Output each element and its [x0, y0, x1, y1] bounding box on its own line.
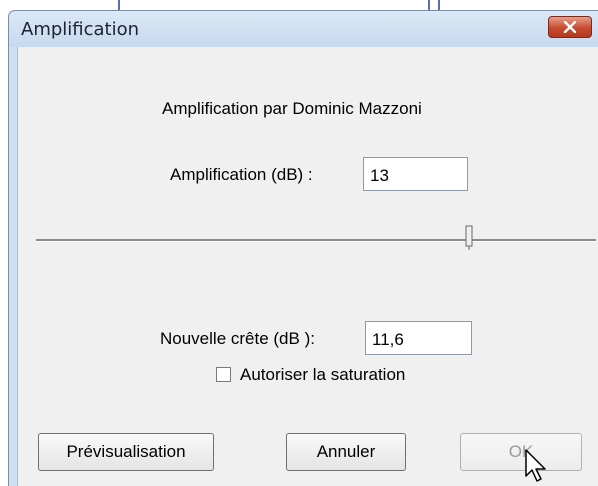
dialog-body: Amplification par Dominic Mazzoni Amplif… — [17, 47, 598, 486]
amplification-slider-thumb[interactable] — [465, 225, 473, 251]
close-x-icon — [563, 21, 577, 33]
amplification-label: Amplification (dB) : — [170, 165, 313, 184]
clipping-checkbox[interactable] — [216, 367, 231, 382]
ok-button[interactable]: OK — [460, 433, 582, 471]
dialog-heading: Amplification par Dominic Mazzoni — [162, 99, 422, 118]
amplification-slider-track[interactable] — [36, 239, 596, 242]
window-title: Amplification — [21, 19, 140, 40]
peak-label: Nouvelle crête (dB ): — [160, 329, 315, 348]
peak-input[interactable] — [365, 321, 472, 355]
cancel-button[interactable]: Annuler — [286, 433, 406, 471]
clipping-label[interactable]: Autoriser la saturation — [240, 365, 405, 385]
amplification-input[interactable] — [363, 157, 468, 191]
preview-button[interactable]: Prévisualisation — [38, 433, 214, 471]
close-button[interactable] — [548, 16, 592, 38]
title-bar[interactable]: Amplification — [9, 11, 598, 47]
mouse-cursor-icon — [525, 449, 546, 482]
amplification-dialog: Amplification Amplification par Dominic … — [8, 10, 598, 486]
